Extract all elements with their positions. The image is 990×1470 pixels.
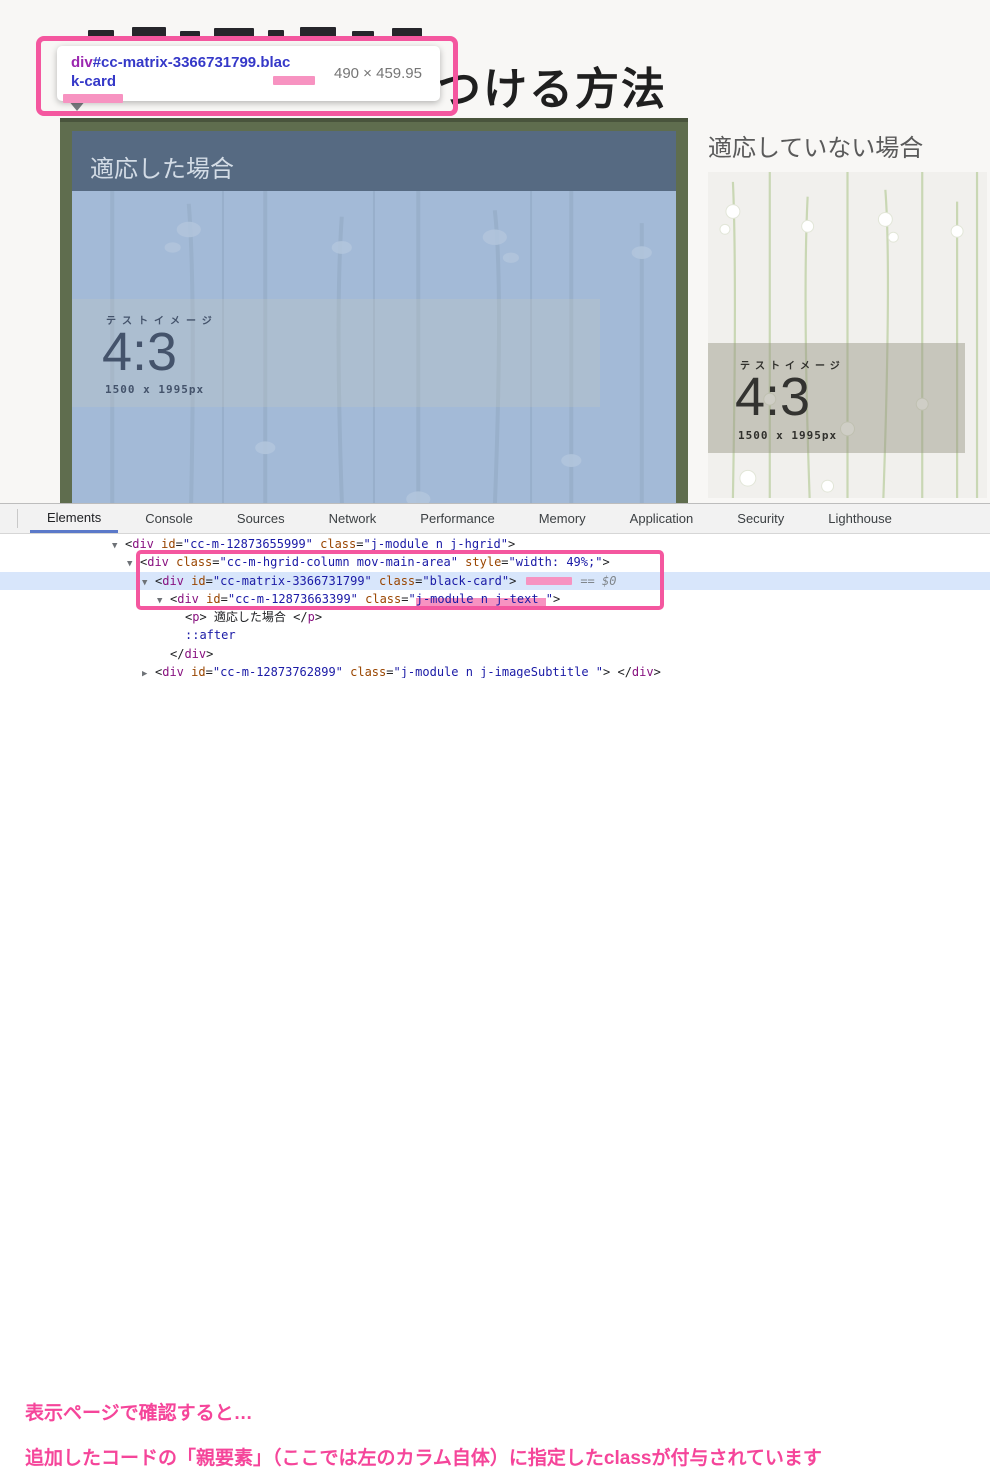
left-column-card: 適応した場合 xyxy=(60,118,688,507)
code-token-tag: div xyxy=(132,537,154,551)
dom-tree-node[interactable]: ::after xyxy=(0,626,990,644)
code-token-attr: id xyxy=(161,537,175,551)
devtools-tab-application[interactable]: Application xyxy=(613,504,711,533)
code-token-tag: div xyxy=(632,665,654,678)
code-token-attr: class xyxy=(320,537,356,551)
note-line-1: 表示ページで確認すると… xyxy=(25,1398,253,1425)
left-image-caption-band: テストイメージ 4:3 1500 x 1995px xyxy=(72,299,600,407)
devtools-tab-elements[interactable]: Elements xyxy=(30,504,118,533)
right-image-caption-band: テストイメージ 4:3 1500 x 1995px xyxy=(708,343,965,453)
code-token-val: "cc-m-12873762899" xyxy=(213,665,343,678)
code-token-p: = xyxy=(176,537,183,551)
test-image-size: 1500 x 1995px xyxy=(105,383,204,396)
code-token-val: "cc-m-12873655999" xyxy=(183,537,313,551)
bottom-notes-area: 表示ページで確認すると… 追加したコードの「親要素」（ここでは左のカラム自体）に… xyxy=(0,676,990,831)
code-token-attr: id xyxy=(191,665,205,678)
code-token-p: > xyxy=(206,647,213,661)
devtools-tab-security[interactable]: Security xyxy=(720,504,801,533)
code-token-tag: div xyxy=(162,665,184,678)
test-image-ratio: 4:3 xyxy=(735,366,810,428)
annotation-box-code xyxy=(136,550,664,610)
code-token-tag: p xyxy=(308,610,315,624)
code-token-p: > xyxy=(508,537,515,551)
code-token-val: "j-module n j-hgrid" xyxy=(363,537,508,551)
devtools-tab-sources[interactable]: Sources xyxy=(220,504,302,533)
code-token-val: "j-module n j-imageSubtitle " xyxy=(393,665,603,678)
code-token-p: </ xyxy=(170,647,184,661)
left-test-image: テストイメージ 4:3 1500 x 1995px xyxy=(72,191,676,507)
dom-tree-node[interactable]: </div> xyxy=(0,645,990,663)
tabbar-separator xyxy=(17,509,18,528)
code-token-p: </ xyxy=(617,665,631,678)
annotation-box-tooltip xyxy=(36,36,458,116)
devtools-tab-lighthouse[interactable]: Lighthouse xyxy=(811,504,909,533)
dom-tree-node[interactable]: <p> 適応した場合 </p> xyxy=(0,608,990,626)
devtools-tab-console[interactable]: Console xyxy=(128,504,210,533)
devtools-tab-performance[interactable]: Performance xyxy=(403,504,511,533)
code-token-p: </ xyxy=(293,610,307,624)
code-token-pseudo: ::after xyxy=(185,628,236,642)
twisty-collapsed-icon[interactable]: ▶ xyxy=(142,665,155,678)
right-panel-label: 適応していない場合 xyxy=(708,128,923,163)
code-token-attr: class xyxy=(350,665,386,678)
web-page-area: つける方法 適応した場合 xyxy=(0,0,990,503)
devtools-tabbar: Elements Console Sources Network Performance… xyxy=(0,503,990,534)
test-image-size: 1500 x 1995px xyxy=(738,429,837,442)
code-token-text: 適応した場合 xyxy=(207,610,293,624)
code-token-p: = xyxy=(206,665,213,678)
dom-tree-node[interactable]: ▶<div id="cc-m-12873762899" class="j-mod… xyxy=(0,663,990,678)
code-token-tag: div xyxy=(184,647,206,661)
page-title-partial: つける方法 xyxy=(437,53,667,117)
code-token-p: > xyxy=(654,665,661,678)
test-image-ratio: 4:3 xyxy=(102,321,177,383)
code-token-p: > xyxy=(315,610,322,624)
devtools-tab-network[interactable]: Network xyxy=(312,504,394,533)
left-card-label: 適応した場合 xyxy=(90,149,234,184)
right-test-image: テストイメージ 4:3 1500 x 1995px xyxy=(708,172,987,498)
devtools-tab-memory[interactable]: Memory xyxy=(522,504,603,533)
note-line-2: 追加したコードの「親要素」（ここでは左のカラム自体）に指定したclassが付与さ… xyxy=(25,1443,822,1470)
twisty-expanded-icon[interactable]: ▼ xyxy=(112,537,125,555)
card-content-highlight: 適応した場合 xyxy=(72,131,676,507)
code-token-p: > xyxy=(199,610,206,624)
